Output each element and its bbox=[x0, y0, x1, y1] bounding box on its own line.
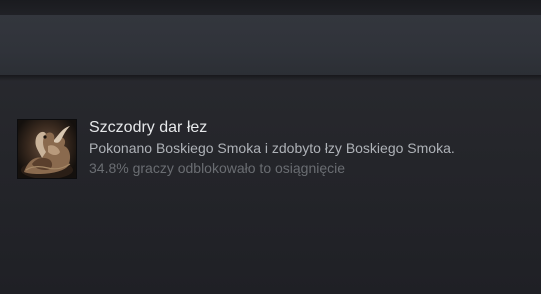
achievement-description: Pokonano Boskiego Smoka i zdobyto łzy Bo… bbox=[89, 140, 455, 156]
achievement-row: Szczodry dar łez Pokonano Boskiego Smoka… bbox=[17, 118, 537, 180]
achievement-unlock-stat: 34.8% graczy odblokowało to osiągnięcie bbox=[89, 160, 346, 176]
header-shadow bbox=[0, 75, 541, 81]
dragon-achievement-icon bbox=[17, 119, 77, 179]
achievement-title: Szczodry dar łez bbox=[89, 119, 208, 136]
achievement-text: Szczodry dar łez Pokonano Boskiego Smoka… bbox=[89, 118, 537, 178]
header-bar bbox=[0, 15, 541, 75]
top-band bbox=[0, 0, 541, 15]
